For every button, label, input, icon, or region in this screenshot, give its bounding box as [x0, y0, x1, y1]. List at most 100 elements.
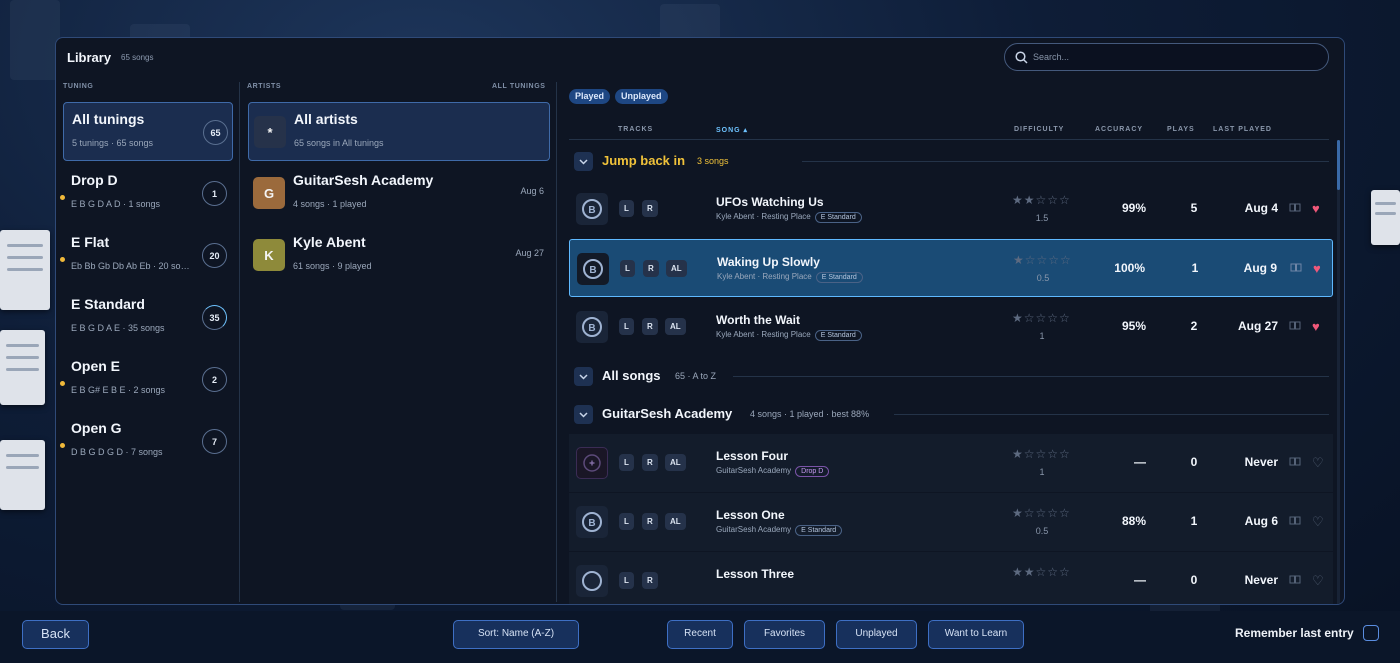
- favorite-heart-icon[interactable]: ♥: [1313, 262, 1321, 275]
- tuning-song-count: 1: [202, 181, 227, 206]
- group-toggle[interactable]: [574, 152, 593, 171]
- book-icon[interactable]: [1289, 321, 1301, 330]
- tuning-item-e-flat[interactable]: E Flat Eb Bb Gb Db Ab Eb · 20 songs 20: [60, 226, 233, 285]
- last-played-value: Aug 9: [1243, 261, 1277, 275]
- col-header-last-played[interactable]: LAST PLAYED: [1213, 126, 1272, 133]
- favorites-button[interactable]: Favorites: [744, 620, 825, 649]
- song-artist: GuitarSesh Academy: [716, 525, 792, 534]
- book-icon[interactable]: [1289, 575, 1301, 584]
- difficulty-stars: ★☆☆☆☆: [1012, 447, 1071, 461]
- track-badge-al[interactable]: AL: [666, 260, 687, 277]
- want-to-learn-button[interactable]: Want to Learn: [928, 620, 1024, 649]
- track-badge-l[interactable]: L: [619, 200, 634, 217]
- book-icon[interactable]: [1289, 457, 1301, 466]
- tuning-column-label: TUNING: [63, 83, 94, 90]
- new-indicator-dot: [60, 443, 65, 448]
- remember-last-entry-checkbox[interactable]: [1363, 625, 1379, 641]
- col-header-plays[interactable]: PLAYS: [1167, 126, 1195, 133]
- track-badge-al[interactable]: AL: [665, 318, 686, 335]
- book-icon[interactable]: [1289, 203, 1301, 212]
- song-title: Waking Up Slowly: [717, 255, 820, 269]
- difficulty-stars: ★☆☆☆☆: [1012, 311, 1071, 325]
- library-song-count: 65 songs: [121, 53, 154, 62]
- search-icon: [1015, 51, 1028, 64]
- filter-chip-played[interactable]: Played: [569, 89, 611, 104]
- col-header-accuracy[interactable]: ACCURACY: [1095, 126, 1143, 133]
- difficulty-stars: ★★☆☆☆: [1012, 565, 1071, 579]
- song-row[interactable]: B L R AL Lesson One GuitarSesh Academy E …: [569, 493, 1333, 551]
- tuning-item-drop-d[interactable]: Drop D E B G D A D · 1 songs 1: [60, 164, 233, 223]
- bass-badge-icon: [582, 571, 602, 591]
- chevron-down-icon: [579, 158, 588, 165]
- search-input[interactable]: [1033, 49, 1313, 65]
- group-toggle[interactable]: [574, 405, 593, 424]
- song-row[interactable]: L R Lesson Three ★★☆☆☆ — 0 Never ♡: [569, 552, 1333, 604]
- track-badge-l[interactable]: L: [619, 513, 634, 530]
- column-divider: [556, 82, 557, 602]
- tuning-item-e-standard[interactable]: E Standard E B G D A E · 35 songs 35: [63, 288, 233, 347]
- favorite-heart-icon[interactable]: ♡: [1312, 515, 1324, 528]
- tuning-tag: Drop D: [795, 466, 830, 477]
- unplayed-button[interactable]: Unplayed: [836, 620, 917, 649]
- artist-name: Kyle Abent: [293, 234, 366, 250]
- header-divider: [569, 139, 1329, 140]
- col-header-difficulty[interactable]: DIFFICULTY: [1014, 126, 1064, 133]
- song-list-scrollbar[interactable]: [1337, 140, 1340, 604]
- song-row[interactable]: L R AL Lesson Four GuitarSesh Academy Dro…: [569, 434, 1333, 492]
- track-badge-al[interactable]: AL: [665, 454, 686, 471]
- track-badge-r[interactable]: R: [642, 572, 658, 589]
- svg-text:B: B: [588, 205, 595, 216]
- tuning-name: Open E: [71, 358, 121, 374]
- tuning-name: E Standard: [71, 296, 145, 312]
- column-divider: [239, 82, 240, 602]
- track-badge-l[interactable]: L: [619, 318, 634, 335]
- favorite-heart-icon[interactable]: ♥: [1312, 202, 1320, 215]
- scrollbar-thumb[interactable]: [1337, 140, 1340, 190]
- book-icon[interactable]: [1289, 516, 1301, 525]
- tuning-song-count: 35: [202, 305, 227, 330]
- song-row[interactable]: B L R AL Worth the Wait Kyle Abent · Res…: [569, 298, 1333, 356]
- track-badge-l[interactable]: L: [619, 572, 634, 589]
- song-row-selected[interactable]: B L R AL Waking Up Slowly Kyle Abent · R…: [569, 239, 1333, 297]
- group-divider: [894, 414, 1329, 415]
- track-badge-r[interactable]: R: [642, 200, 658, 217]
- tuning-tag: E Standard: [815, 272, 863, 283]
- tuning-item-open-e[interactable]: Open E E B G# E B E · 2 songs 2: [60, 350, 233, 409]
- artist-item-kyle-abent[interactable]: K Kyle Abent 61 songs · 9 played Aug 27: [248, 226, 550, 285]
- col-header-song[interactable]: SONG ▴: [716, 126, 748, 134]
- book-icon[interactable]: [1290, 263, 1302, 272]
- search-box[interactable]: [1004, 43, 1329, 71]
- tuning-song-count: 7: [202, 429, 227, 454]
- song-title: Lesson Four: [716, 449, 789, 463]
- track-badge-r[interactable]: R: [642, 454, 658, 471]
- sort-button[interactable]: Sort: Name (A-Z): [453, 620, 579, 649]
- back-button[interactable]: Back: [22, 620, 89, 649]
- artist-item-guitarsesh[interactable]: G GuitarSesh Academy 4 songs · 1 played …: [248, 164, 550, 223]
- tuning-song-count: 2: [202, 367, 227, 392]
- artist-item-all[interactable]: * All artists 65 songs in All tunings: [248, 102, 550, 161]
- filter-chip-unplayed[interactable]: Unplayed: [615, 89, 668, 104]
- plays-value: 0: [1190, 455, 1198, 469]
- artists-column-label: ARTISTS: [247, 83, 282, 90]
- chevron-down-icon: [579, 411, 588, 418]
- song-row[interactable]: B L R UFOs Watching Us Kyle Abent · Rest…: [569, 180, 1333, 238]
- favorite-heart-icon[interactable]: ♡: [1312, 456, 1324, 469]
- track-badge-l[interactable]: L: [619, 454, 634, 471]
- tuning-song-count: 20: [202, 243, 227, 268]
- track-badge-r[interactable]: R: [643, 260, 659, 277]
- track-badge-r[interactable]: R: [642, 513, 658, 530]
- track-badge-al[interactable]: AL: [665, 513, 686, 530]
- bass-badge-icon: B: [582, 317, 602, 337]
- col-header-tracks[interactable]: TRACKS: [618, 126, 653, 133]
- track-badge-r[interactable]: R: [642, 318, 658, 335]
- recent-button[interactable]: Recent: [667, 620, 733, 649]
- group-toggle[interactable]: [574, 367, 593, 386]
- favorite-heart-icon[interactable]: ♡: [1312, 574, 1324, 587]
- favorite-heart-icon[interactable]: ♥: [1312, 320, 1320, 333]
- tuning-tag: E Standard: [795, 525, 843, 536]
- tuning-item-all[interactable]: All tunings 5 tunings · 65 songs 65: [63, 102, 233, 161]
- track-badge-l[interactable]: L: [620, 260, 635, 277]
- group-title-all-songs: All songs: [602, 368, 661, 383]
- tuning-item-open-g[interactable]: Open G D B G D G D · 7 songs 7: [60, 412, 233, 471]
- tuning-tag: E Standard: [814, 212, 862, 223]
